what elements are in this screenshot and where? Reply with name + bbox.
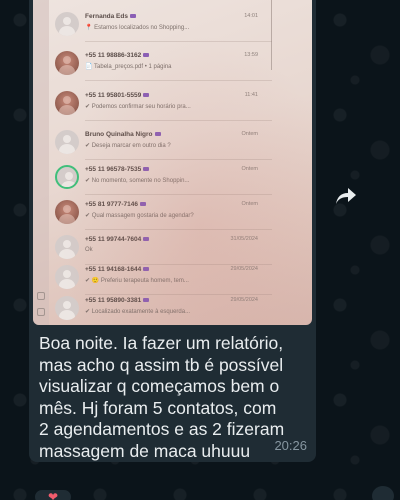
screenshot-image[interactable]: Fernanda Eds 14:01 📍 Estamos localizados n… <box>33 0 312 325</box>
chat-name: +55 11 96578-7535 <box>85 166 150 173</box>
chat-name: +55 11 95890-3381 <box>85 297 150 304</box>
avatar <box>55 130 79 154</box>
chat-time: 29/05/2024 <box>230 266 258 272</box>
chat-preview: Ok <box>85 247 93 253</box>
label-tag-icon <box>139 202 146 207</box>
message-time: 20:26 <box>274 438 307 453</box>
chat-time: 14:01 <box>244 13 258 19</box>
row-divider <box>85 159 272 160</box>
chat-list-item[interactable]: +55 81 9777-7146 Ontem ✔ Qual massagem gos… <box>55 198 308 228</box>
avatar <box>55 200 79 224</box>
chat-time: 29/05/2024 <box>230 297 258 303</box>
label-tag-icon <box>143 267 150 272</box>
label-tag-icon <box>143 93 150 98</box>
label-tag-icon <box>143 167 150 172</box>
row-divider <box>85 120 272 121</box>
avatar <box>55 12 79 36</box>
row-divider <box>85 194 272 195</box>
chat-time: Ontem <box>241 166 258 172</box>
chat-name: +55 11 94168-1644 <box>85 266 150 273</box>
chat-preview: ✔ Localizado exatamente à esquerda... <box>85 309 191 315</box>
chat-list-item[interactable]: +55 11 98886-3162 13:59 📄 Tabela_preços.pd… <box>55 49 308 79</box>
chat-list-item[interactable]: Fernanda Eds 14:01 📍 Estamos localizados n… <box>55 10 308 40</box>
chat-preview: ✔ Qual massagem gostaria de agendar? <box>85 213 194 219</box>
chat-preview: 📄 Tabela_preços.pdf • 1 página <box>85 64 172 70</box>
row-divider <box>85 80 272 81</box>
chat-preview: 📍 Estamos localizados no Shopping... <box>85 25 190 31</box>
bottom-right-icon[interactable] <box>372 486 394 500</box>
avatar <box>55 165 79 189</box>
chat-preview: ✔ 🙂 Preferiu terapeuta homem, tem... <box>85 278 189 284</box>
chat-list-item[interactable]: +55 11 96578-7535 Ontem ✔ No momento, some… <box>55 163 308 193</box>
avatar <box>55 265 79 289</box>
chat-name: +55 11 95801-5559 <box>85 92 150 99</box>
row-divider <box>85 41 272 42</box>
chat-time: Ontem <box>241 131 258 137</box>
chat-name: +55 11 98886-3162 <box>85 52 150 59</box>
row-divider <box>85 229 272 230</box>
avatar <box>55 91 79 115</box>
chat-name: +55 81 9777-7146 <box>85 201 146 208</box>
chat-time: Ontem <box>241 201 258 207</box>
chat-list-item[interactable]: +55 11 94168-1644 29/05/2024 ✔ 🙂 Preferiu … <box>55 263 308 293</box>
label-tag-icon <box>143 237 150 242</box>
photo-sidebar <box>33 0 49 325</box>
avatar <box>55 235 79 259</box>
avatar <box>55 51 79 75</box>
label-tag-icon <box>129 14 136 19</box>
chat-list-item[interactable]: +55 11 95890-3381 29/05/2024 ✔ Localizado … <box>55 294 308 324</box>
chat-name: +55 11 99744-7604 <box>85 236 150 243</box>
message-bubble[interactable]: Fernanda Eds 14:01 📍 Estamos localizados n… <box>29 0 316 462</box>
forward-icon <box>336 188 356 204</box>
chat-list-item[interactable]: Bruno Quinalha Nigro Ontem ✔ Deseja marcar… <box>55 128 308 158</box>
label-tag-icon <box>143 53 150 58</box>
chat-preview: ✔ Deseja marcar em outro dia ? <box>85 143 171 149</box>
chat-preview: ✔ Podemos confirmar seu horário pra... <box>85 104 191 110</box>
chat-preview: ✔ No momento, somente no Shoppin... <box>85 178 190 184</box>
message-text: Boa noite. Ia fazer um relatório, mas ac… <box>39 333 285 461</box>
chat-name: Fernanda Eds <box>85 13 136 20</box>
chat-name: Bruno Quinalha Nigro <box>85 131 161 138</box>
heart-icon: ❤ <box>47 490 59 500</box>
chat-list-item[interactable]: +55 11 95801-5559 11:41 ✔ Podemos confirma… <box>55 89 308 119</box>
label-tag-icon <box>154 132 161 137</box>
avatar <box>55 296 79 320</box>
forward-button[interactable] <box>331 181 361 211</box>
sidebar-icon <box>37 308 45 316</box>
chat-time: 13:59 <box>244 52 258 58</box>
label-tag-icon <box>143 298 150 303</box>
chat-time: 31/05/2024 <box>230 236 258 242</box>
chat-list-item[interactable]: +55 11 99744-7604 31/05/2024 Ok <box>55 233 308 263</box>
sidebar-icon <box>37 292 45 300</box>
reaction-badge[interactable]: ❤ <box>33 488 73 500</box>
chat-time: 11:41 <box>244 92 258 98</box>
